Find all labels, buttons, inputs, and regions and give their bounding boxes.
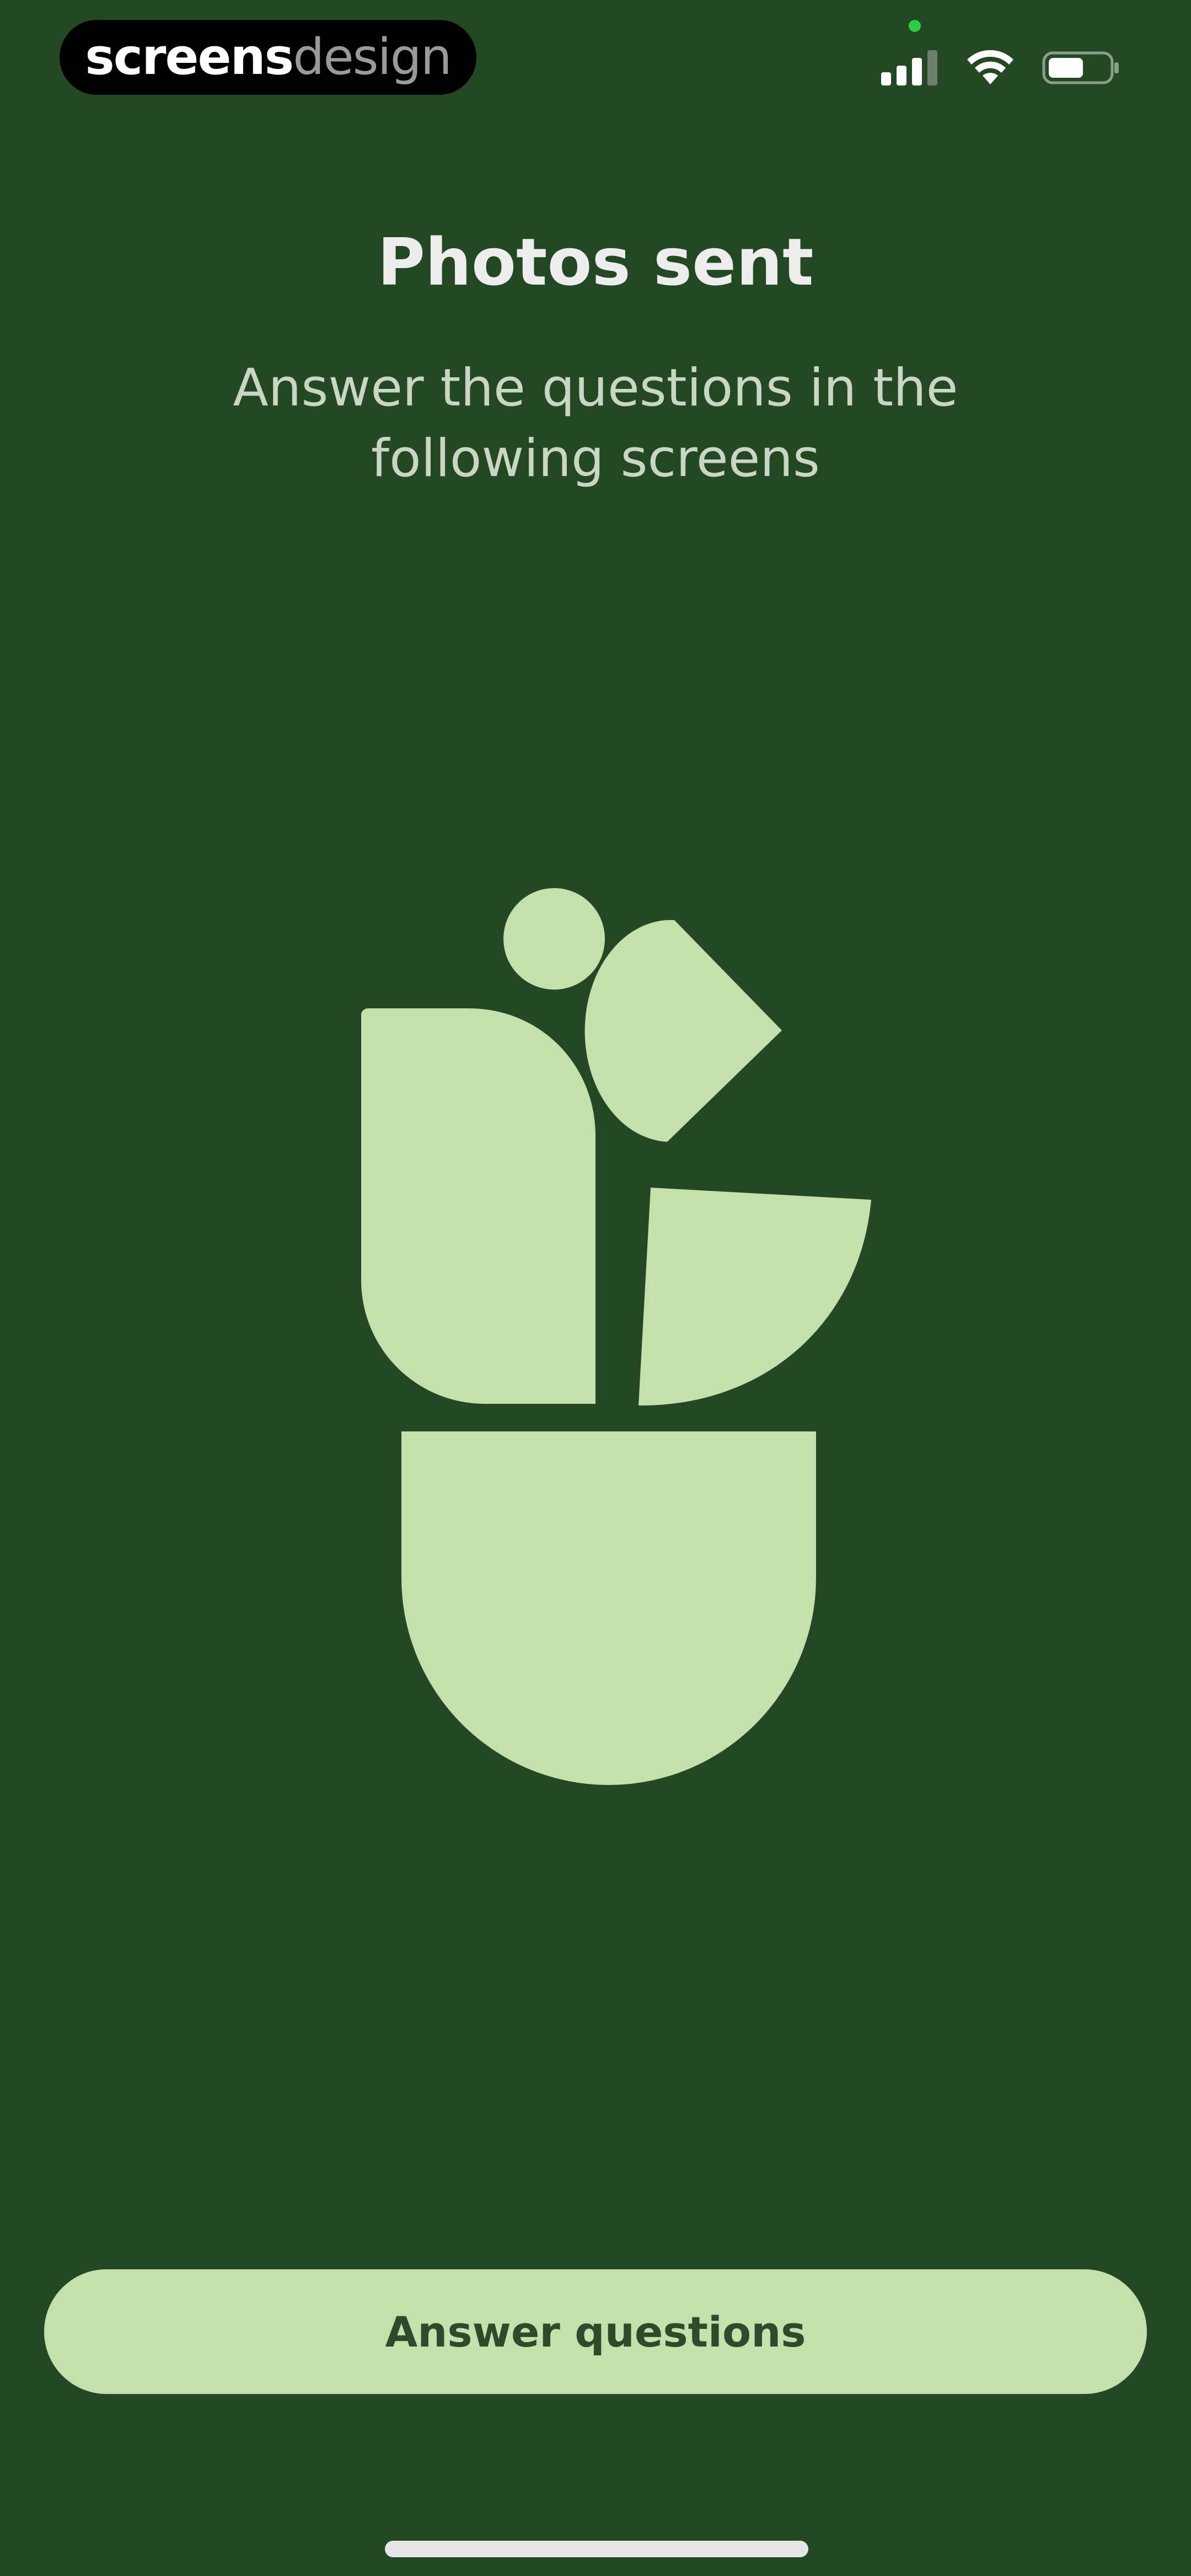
brand-wordmark-strong: screens: [85, 28, 294, 86]
wifi-icon: [967, 50, 1013, 84]
left-leaf-shape: [361, 1008, 596, 1404]
brand-wordmark: screensdesign: [85, 33, 452, 82]
cellular-signal-icon: [881, 50, 937, 85]
brand-wordmark-light: design: [293, 28, 452, 86]
right-leaf-shape: [639, 1188, 871, 1406]
pot-shape: [401, 1431, 816, 1785]
answer-questions-button[interactable]: Answer questions: [44, 2269, 1147, 2394]
page-title: Photos sent: [377, 224, 814, 300]
brand-logo: screensdesign: [60, 20, 476, 95]
status-bar: screensdesign: [0, 0, 1191, 121]
answer-questions-button-label: Answer questions: [385, 2307, 806, 2356]
status-icons: [881, 49, 1119, 87]
camera-indicator-icon: [909, 20, 921, 32]
page-subtitle: Answer the questions in the following sc…: [233, 358, 958, 489]
bud-circle-shape: [503, 888, 605, 990]
petal-quarter-shape: [584, 920, 782, 1142]
battery-icon: [1042, 51, 1119, 84]
home-indicator[interactable]: [385, 2541, 808, 2557]
